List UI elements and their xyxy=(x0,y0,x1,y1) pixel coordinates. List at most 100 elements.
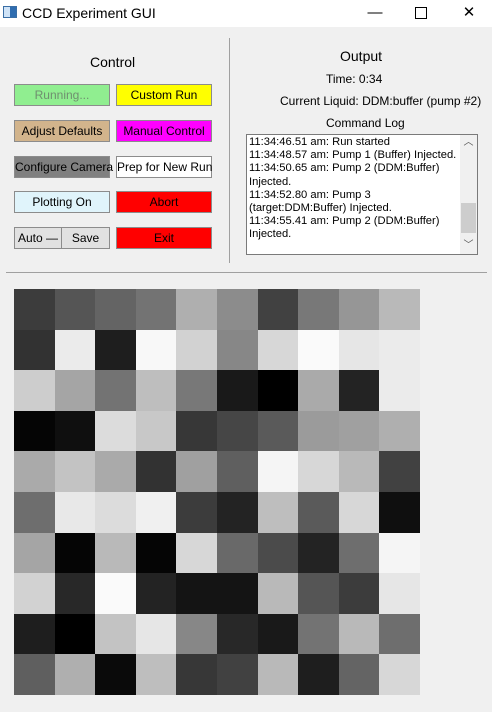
image-pixel xyxy=(14,613,55,655)
command-log-scrollbar[interactable]: ︿ ﹀ xyxy=(460,135,477,254)
log-line: 11:34:52.80 am: Pump 3 (target:DDM:Buffe… xyxy=(249,188,392,215)
exit-button[interactable]: Exit xyxy=(116,227,212,249)
image-pixel xyxy=(14,451,55,493)
image-pixel xyxy=(338,451,380,493)
image-pixel xyxy=(14,329,55,371)
image-pixel xyxy=(298,329,340,371)
app-icon xyxy=(3,6,17,18)
image-pixel xyxy=(379,329,421,371)
image-pixel xyxy=(379,370,421,412)
image-pixel xyxy=(379,532,421,574)
image-pixel xyxy=(298,654,340,696)
image-pixel xyxy=(298,613,340,655)
maximize-button[interactable] xyxy=(398,0,444,27)
image-pixel xyxy=(135,289,177,330)
image-pixel xyxy=(176,654,218,696)
image-pixel xyxy=(54,329,96,371)
prep-new-run-button[interactable]: Prep for New Run xyxy=(116,156,212,178)
image-pixel xyxy=(379,289,421,330)
image-pixel xyxy=(54,410,96,452)
output-title: Output xyxy=(340,48,383,64)
log-line: 11:34:48.57 am: Pump 1 (Buffer) Injected… xyxy=(249,149,457,162)
image-pixel xyxy=(217,370,258,412)
image-pixel xyxy=(54,573,96,615)
image-pixel xyxy=(338,370,380,412)
image-pixel xyxy=(379,492,421,533)
scroll-up-icon[interactable]: ︿ xyxy=(460,135,477,151)
image-pixel xyxy=(176,329,218,371)
image-pixel xyxy=(338,532,380,574)
image-pixel xyxy=(135,370,177,412)
configure-camera-button[interactable]: Configure Camera xyxy=(14,156,113,178)
image-pixel xyxy=(135,329,177,371)
image-pixel xyxy=(95,573,137,615)
image-pixel xyxy=(338,613,380,655)
plotting-toggle-button[interactable]: Plotting On xyxy=(14,191,110,213)
image-pixel xyxy=(95,613,137,655)
image-pixel xyxy=(176,451,218,493)
image-pixel xyxy=(135,573,177,615)
image-pixel xyxy=(135,532,177,574)
command-log[interactable]: 11:34:46.51 am: Run started 11:34:48.57 a… xyxy=(246,134,478,255)
image-pixel xyxy=(217,573,258,615)
abort-button[interactable]: Abort xyxy=(116,191,212,213)
image-pixel xyxy=(95,329,137,371)
maximize-icon xyxy=(415,7,427,20)
image-pixel xyxy=(95,532,137,574)
minimize-button[interactable]: — xyxy=(352,0,398,27)
time-readout: Time: 0:34 xyxy=(326,72,382,86)
image-pixel xyxy=(338,573,380,615)
close-button[interactable]: ✕ xyxy=(446,0,492,27)
image-pixel xyxy=(379,613,421,655)
image-pixel xyxy=(379,654,421,696)
auto-button[interactable]: Auto — xyxy=(14,227,62,249)
image-pixel xyxy=(95,289,137,330)
image-pixel xyxy=(257,451,299,493)
image-pixel xyxy=(257,654,299,696)
custom-run-button[interactable]: Custom Run xyxy=(116,84,212,106)
image-pixel xyxy=(176,573,218,615)
time-value: 0:34 xyxy=(358,72,383,86)
image-pixel xyxy=(14,410,55,452)
image-pixel xyxy=(257,289,299,330)
image-pixel xyxy=(54,532,96,574)
image-pixel xyxy=(176,289,218,330)
image-pixel xyxy=(135,654,177,696)
image-pixel xyxy=(54,451,96,493)
save-button[interactable]: Save xyxy=(61,227,110,249)
image-pixel xyxy=(379,410,421,452)
image-pixel xyxy=(135,451,177,493)
scroll-down-icon[interactable]: ﹀ xyxy=(460,238,477,254)
image-pixel xyxy=(298,492,340,533)
image-pixel xyxy=(217,654,258,696)
manual-control-button[interactable]: Manual Control xyxy=(116,120,212,142)
image-pixel xyxy=(176,370,218,412)
image-pixel xyxy=(298,451,340,493)
image-pixel xyxy=(14,573,55,615)
image-pixel xyxy=(298,410,340,452)
image-pixel xyxy=(217,492,258,533)
image-pixel xyxy=(95,492,137,533)
current-liquid-value: DDM:buffer (pump #2) xyxy=(362,94,482,108)
running-button[interactable]: Running... xyxy=(14,84,110,106)
window-title: CCD Experiment GUI xyxy=(22,5,156,21)
image-pixel xyxy=(338,492,380,533)
image-pixel xyxy=(95,370,137,412)
image-pixel xyxy=(338,329,380,371)
log-line: 11:34:55.41 am: Pump 2 (DDM:Buffer) Inje… xyxy=(249,215,443,241)
image-pixel xyxy=(298,573,340,615)
image-pixel xyxy=(257,532,299,574)
image-pixel xyxy=(95,451,137,493)
image-pixel xyxy=(176,532,218,574)
image-pixel xyxy=(217,532,258,574)
image-pixel xyxy=(176,613,218,655)
image-pixel xyxy=(95,410,137,452)
image-pixel xyxy=(217,289,258,330)
image-pixel xyxy=(257,573,299,615)
adjust-defaults-button[interactable]: Adjust Defaults xyxy=(14,120,110,142)
image-pixel xyxy=(135,410,177,452)
image-pixel xyxy=(257,410,299,452)
time-label: Time: xyxy=(326,72,356,86)
scroll-thumb[interactable] xyxy=(461,203,476,233)
image-pixel xyxy=(338,654,380,696)
